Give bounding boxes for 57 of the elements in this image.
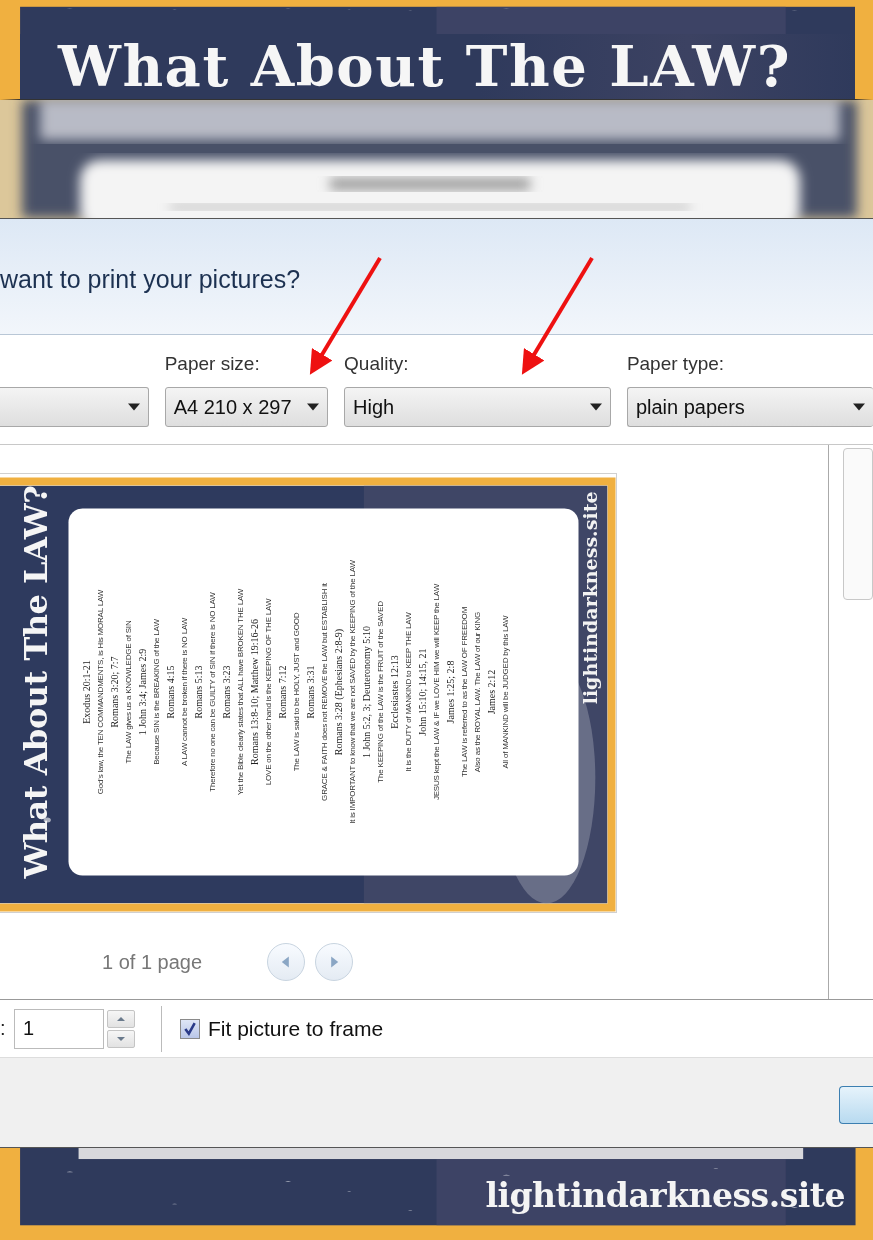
verse-note: God's law, the TEN COMMANDMENTS, is His MORAL LAW — [94, 589, 106, 795]
dropdown[interactable]: High — [344, 387, 611, 427]
verse-reference: James 1:25; 2:8 — [443, 660, 457, 724]
next-page-button[interactable] — [315, 943, 353, 981]
verse-note: It is the DUTY of MANKIND to KEEP THE LAW — [402, 612, 414, 772]
caret-icon — [127, 403, 140, 411]
verse-reference: Ecclesiastes 12:13 — [387, 655, 401, 729]
checkbox-label: Fit picture to frame — [208, 1016, 384, 1041]
printer-dropdown[interactable] — [0, 387, 149, 427]
verse-reference: Romans 5:13 — [191, 665, 205, 719]
verse-note: The KEEPING of the LAW is the FRUIT of the SAVED — [374, 601, 386, 783]
poster-site: lightindarkness.site — [578, 491, 601, 705]
verse-note: All of MANKIND will be JUDGED by this LAW — [499, 615, 511, 769]
verse-reference: John 15:10; 14:15, 21 — [415, 648, 429, 736]
dropdown-label: Paper size: — [164, 353, 261, 376]
verse-reference: Romans 3:28 (Ephesians 2:8-9) — [331, 628, 345, 756]
verse-note: LOVE on the other hand is the KEEPING OF THE LAW — [262, 598, 274, 786]
dropdown[interactable]: A4 210 x 297 — [164, 387, 329, 427]
verse-reference: Romans 3:31 — [303, 665, 317, 719]
caret-icon — [589, 403, 602, 411]
verse-note: A LAW cannot be broken if there is NO LAW — [178, 617, 190, 767]
dropdown-label: Paper type: — [626, 353, 726, 376]
verse-reference: Romans 7:12 — [275, 665, 289, 719]
verse-note: Also as the ROYAL LAW. The LAW of our KING — [471, 611, 483, 773]
caret-icon — [307, 403, 320, 411]
verse-note: Therefore no one can be GUILTY of SIN if there is NO LAW — [206, 592, 218, 792]
checkbox[interactable] — [180, 1018, 200, 1039]
dropdown-label: Quality: — [344, 353, 410, 376]
verse-note: Because SIN is the BREAKING of the LAW — [150, 619, 162, 765]
check-icon — [183, 1021, 197, 1036]
previous-page-button[interactable] — [267, 943, 305, 981]
verse-note: The LAW gives us a KNOWLEDGE of SIN — [122, 620, 134, 764]
copies-label: : — [0, 1017, 7, 1040]
print-button[interactable] — [839, 1086, 873, 1124]
poster-title: What About The LAW? — [16, 485, 55, 881]
verse-note: The LAW is said to be HOLY, JUST and GOOD — [290, 612, 302, 772]
verse-reference: Romans 13:8-10; Matthew 19:16-26 — [247, 619, 261, 765]
dropdown[interactable]: plain papers — [626, 387, 873, 427]
verse-note: Yet the Bible clearly states that ALL have BROKEN THE LAW — [234, 588, 246, 796]
page-count: 1 of 1 page — [102, 950, 204, 974]
verse-reference: Romans 3:20; 7:7 — [107, 656, 121, 728]
copies-field[interactable]: 1 — [14, 1008, 104, 1049]
spinner[interactable] — [107, 1009, 135, 1048]
verse-reference: 1 John 5:2, 3; Deuteronomy 5:10 — [359, 625, 373, 759]
poster-title: What About The LAW? — [58, 36, 792, 96]
verse-note: GRACE & FAITH does not REMOVE the LAW but ESTABLISH it — [318, 583, 330, 801]
poster-site: lightindarkness.site — [485, 1176, 845, 1215]
verse-reference: Romans 3:23 — [219, 665, 233, 719]
verse-reference: 1 John 3:4; James 2:9 — [135, 648, 149, 736]
dialog-heading: want to print your pictures? — [0, 265, 301, 294]
verse-note: JESUS kept the LAW & IF we LOVE HIM we will KEEP the LAW — [430, 583, 442, 801]
verse-reference: Exodus 20:1-21 — [79, 660, 93, 724]
verse-note: It is IMPORTANT to know that we are not SAVED by the KEEPING of the LAW — [346, 560, 358, 824]
caret-icon — [853, 403, 865, 411]
verse-reference: James 2:12 — [484, 669, 498, 715]
verse-reference: Romans 4:15 — [163, 665, 177, 719]
verse-note: The LAW is referred to as the LAW OF FREEDOM — [458, 606, 470, 778]
